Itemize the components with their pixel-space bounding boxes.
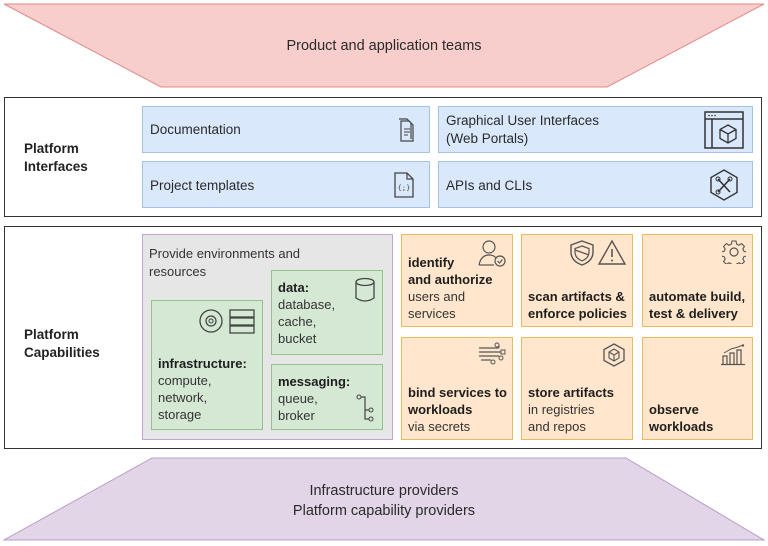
bind-services-tile[interactable]: bind services to workloads via secrets xyxy=(401,337,513,440)
tile-bold-line: scan artifacts & xyxy=(528,289,625,304)
connections-icon xyxy=(479,342,506,365)
bottom-layer-label-2: Platform capability providers xyxy=(292,503,476,519)
title-line: Platform xyxy=(24,141,79,156)
scan-artifacts-tile[interactable]: scan artifacts & enforce policies xyxy=(521,234,633,327)
messaging-heading: messaging: xyxy=(278,374,351,389)
apis-clis-box[interactable]: APIs and CLIs xyxy=(438,161,753,208)
tile-bold-line: automate build, xyxy=(649,289,746,304)
tile-bold-line: store artifacts xyxy=(528,385,614,400)
title-line: Platform xyxy=(24,327,79,342)
package-icon xyxy=(603,343,625,367)
gui-box[interactable]: Graphical User Interfaces (Web Portals) xyxy=(438,106,753,153)
tile-bold-line: observe xyxy=(649,402,699,417)
tile-line: via secrets xyxy=(408,419,471,434)
infrastructure-line: storage xyxy=(158,407,202,422)
identify-authorize-tile[interactable]: identify and authorize users and service… xyxy=(401,234,513,327)
tile-line: and repos xyxy=(528,419,586,434)
document-icon xyxy=(399,118,414,142)
store-artifacts-tile[interactable]: store artifacts in registries and repos xyxy=(521,337,633,440)
top-layer-label: Product and application teams xyxy=(286,38,482,54)
shield-warning-icon xyxy=(570,239,627,266)
infrastructure-line: compute, xyxy=(158,373,212,388)
web-portal-icon xyxy=(704,111,744,149)
automate-build-tile[interactable]: automate build, test & delivery xyxy=(642,234,753,327)
tile-bold-line: enforce policies xyxy=(528,306,627,321)
tile-bold-line: and authorize xyxy=(408,272,493,287)
tools-icon xyxy=(710,169,738,201)
tile-bold-line: test & delivery xyxy=(649,306,738,321)
svg-text:{;}: {;} xyxy=(398,184,411,192)
database-icon xyxy=(355,277,375,302)
infrastructure-line: network, xyxy=(158,390,208,405)
tile-line: services xyxy=(408,306,456,321)
gui-label-2: (Web Portals) xyxy=(446,131,529,146)
template-file-icon: {;} xyxy=(394,172,414,198)
messaging-line: queue, xyxy=(278,391,318,406)
platform-interfaces-title: Platform Interfaces xyxy=(24,140,88,176)
messaging-box[interactable]: messaging: queue, broker xyxy=(271,364,383,430)
observe-workloads-tile[interactable]: observe workloads xyxy=(642,337,753,440)
message-flow-icon xyxy=(356,394,374,422)
bottom-layer-label-1: Infrastructure providers xyxy=(309,483,459,499)
tile-line: users and xyxy=(408,289,466,304)
messaging-line: broker xyxy=(278,408,315,423)
environments-title-2: resources xyxy=(149,264,207,279)
gear-icon xyxy=(722,240,746,264)
title-line: Capabilities xyxy=(24,345,100,360)
gui-label-1: Graphical User Interfaces xyxy=(446,113,600,128)
documentation-box[interactable]: Documentation xyxy=(142,106,430,153)
project-templates-label: Project templates xyxy=(150,178,255,193)
data-line: cache, xyxy=(278,314,317,329)
data-line: bucket xyxy=(278,331,317,346)
documentation-label: Documentation xyxy=(150,122,241,137)
tile-bold-line: bind services to xyxy=(408,385,507,400)
tile-bold-line: identify xyxy=(408,255,455,270)
chart-icon xyxy=(721,344,745,366)
infrastructure-box[interactable]: infrastructure: compute, network, storag… xyxy=(151,300,263,430)
apis-clis-label: APIs and CLIs xyxy=(446,178,533,193)
data-line: database, xyxy=(278,297,336,312)
tile-line: in registries xyxy=(528,402,595,417)
title-line: Interfaces xyxy=(24,159,88,174)
user-check-icon xyxy=(478,240,506,267)
data-heading: data: xyxy=(278,280,310,295)
environments-title-1: Provide environments and xyxy=(149,246,301,261)
tile-bold-line: workloads xyxy=(649,419,714,434)
platform-capabilities-title: Platform Capabilities xyxy=(24,326,100,362)
data-box[interactable]: data: database, cache, bucket xyxy=(271,270,383,355)
tile-bold-line: workloads xyxy=(408,402,473,417)
storage-server-icon xyxy=(199,309,255,334)
infrastructure-heading: infrastructure: xyxy=(158,356,247,371)
project-templates-box[interactable]: Project templates {;} xyxy=(142,161,430,208)
